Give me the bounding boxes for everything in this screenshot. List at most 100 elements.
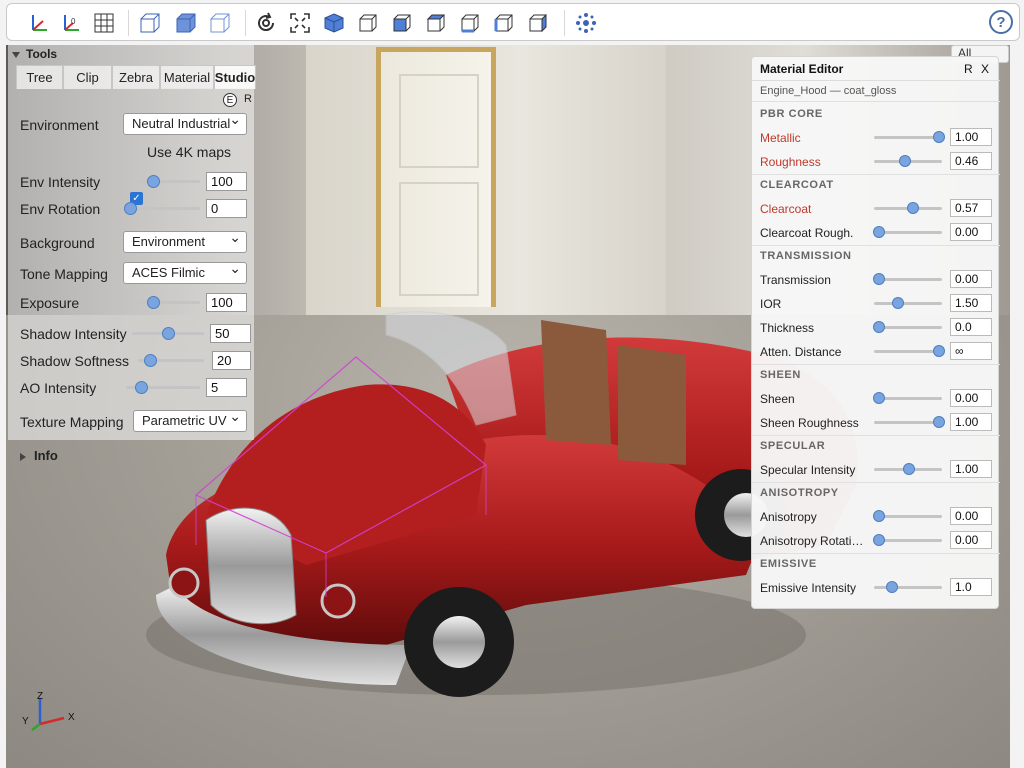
anisotropy-label: Anisotropy — [760, 510, 817, 524]
background-select[interactable]: Environment — [123, 231, 247, 253]
iso-view-icon[interactable] — [319, 8, 349, 38]
exposure-input[interactable]: 100 — [206, 293, 247, 312]
info-section-toggle[interactable]: Info — [20, 448, 58, 463]
section-specular: SPECULAR — [760, 440, 826, 452]
tone-mapping-label: Tone Mapping — [20, 266, 108, 282]
clearcoat-input[interactable]: 0.57 — [950, 199, 992, 217]
ior-input[interactable]: 1.50 — [950, 294, 992, 312]
ior-slider[interactable] — [874, 297, 942, 309]
material-reset-button[interactable]: R — [964, 62, 973, 76]
box-solid-icon[interactable] — [171, 8, 201, 38]
sheen-roughness-input[interactable]: 1.00 — [950, 413, 992, 431]
environment-select[interactable]: Neutral Industrial — [123, 113, 247, 135]
metallic-input[interactable]: 1.00 — [950, 128, 992, 146]
atten-distance-label: Atten. Distance — [760, 345, 842, 359]
box-wire-icon[interactable] — [205, 8, 235, 38]
specular-intensity-slider[interactable] — [874, 463, 942, 475]
exposure-label: Exposure — [20, 295, 80, 311]
roughness-slider[interactable] — [874, 155, 942, 167]
specular-intensity-input[interactable]: 1.00 — [950, 460, 992, 478]
env-intensity-slider[interactable] — [126, 175, 200, 188]
section-emissive: EMISSIVE — [760, 558, 817, 570]
grid-icon[interactable] — [89, 8, 119, 38]
bottom-view-icon[interactable] — [455, 8, 485, 38]
explode-icon[interactable] — [571, 8, 601, 38]
ior-label: IOR — [760, 297, 782, 311]
fit-view-icon[interactable] — [285, 8, 315, 38]
clearcoat-slider[interactable] — [874, 202, 942, 214]
anisotropy-slider[interactable] — [873, 510, 942, 522]
section-transmission: TRANSMISSION — [760, 250, 852, 262]
anisotropy-rotation-slider[interactable] — [873, 534, 942, 546]
env-rotation-slider[interactable] — [124, 202, 200, 215]
transmission-slider[interactable] — [873, 273, 942, 285]
env-rotation-label: Env Rotation — [20, 201, 101, 217]
transmission-input[interactable]: 0.00 — [950, 270, 992, 288]
environment-label: Environment — [20, 117, 99, 133]
shadow-softness-slider[interactable] — [138, 354, 204, 367]
shadow-softness-input[interactable]: 20 — [212, 351, 251, 370]
emissive-intensity-slider[interactable] — [874, 581, 942, 593]
sheen-input[interactable]: 0.00 — [950, 389, 992, 407]
transmission-label: Transmission — [760, 273, 831, 287]
axis-gizmo: Z X Y — [22, 691, 75, 731]
exposure-slider[interactable] — [126, 296, 200, 309]
tab-material[interactable]: Material — [160, 65, 214, 89]
roughness-input[interactable]: 0.46 — [950, 152, 992, 170]
sheen-slider[interactable] — [873, 392, 942, 404]
tab-studio[interactable]: Studio — [214, 65, 256, 89]
anisotropy-input[interactable]: 0.00 — [950, 507, 992, 525]
emissive-intensity-label: Emissive Intensity — [760, 581, 857, 595]
thickness-input[interactable]: 0.0 — [950, 318, 992, 336]
help-icon[interactable]: ? — [989, 10, 1013, 34]
front-view-icon[interactable] — [353, 8, 383, 38]
top-view-icon[interactable] — [421, 8, 451, 38]
thickness-label: Thickness — [760, 321, 815, 335]
clearcoat-roughness-label: Clearcoat Rough. — [760, 226, 854, 240]
emissive-intensity-input[interactable]: 1.0 — [950, 578, 992, 596]
env-rotation-input[interactable]: 0 — [206, 199, 247, 218]
env-intensity-input[interactable]: 100 — [206, 172, 247, 191]
thickness-slider[interactable] — [873, 321, 942, 333]
metallic-slider[interactable] — [874, 131, 946, 143]
clearcoat-roughness-input[interactable]: 0.00 — [950, 223, 992, 241]
clearcoat-roughness-slider[interactable] — [873, 226, 942, 238]
right-view-icon[interactable] — [523, 8, 553, 38]
ao-intensity-slider[interactable] — [126, 381, 200, 394]
e-button[interactable]: E — [223, 93, 237, 107]
axes-alt-icon[interactable]: 0 — [55, 8, 85, 38]
sheen-roughness-slider[interactable] — [874, 416, 946, 428]
material-editor-panel: Material Editor R X Engine_Hood — coat_g… — [751, 56, 1000, 609]
r-button[interactable]: R — [244, 93, 252, 105]
shadow-intensity-slider[interactable] — [132, 327, 204, 340]
tab-clip[interactable]: Clip — [63, 65, 112, 89]
axis-x-label: X — [68, 712, 75, 723]
box-transparent-icon[interactable] — [135, 8, 165, 38]
axis-z-label: Z — [37, 691, 43, 702]
anisotropy-rotation-input[interactable]: 0.00 — [950, 531, 992, 549]
section-sheen: SHEEN — [760, 369, 801, 381]
svg-text:0: 0 — [71, 17, 76, 26]
tab-tree[interactable]: Tree — [16, 65, 63, 89]
reset-view-icon[interactable] — [251, 8, 281, 38]
section-anisotropy: ANISOTROPY — [760, 487, 839, 499]
ao-intensity-label: AO Intensity — [20, 380, 97, 396]
shadow-intensity-input[interactable]: 50 — [210, 324, 251, 343]
left-view-icon[interactable] — [489, 8, 519, 38]
tools-tabs: Tree Clip Zebra Material Studio — [16, 65, 256, 89]
section-pbr-core: PBR CORE — [760, 108, 823, 120]
axes-icon[interactable] — [23, 8, 53, 38]
ao-intensity-input[interactable]: 5 — [206, 378, 247, 397]
tone-mapping-select[interactable]: ACES Filmic — [123, 262, 247, 284]
axis-y-label: Y — [22, 716, 29, 727]
atten-distance-input[interactable]: ∞ — [950, 342, 992, 360]
sheen-label: Sheen — [760, 392, 795, 406]
anisotropy-rotation-label: Anisotropy Rotati… — [760, 534, 864, 548]
material-close-button[interactable]: X — [981, 62, 989, 76]
texture-mapping-select[interactable]: Parametric UV — [133, 410, 247, 432]
tab-zebra[interactable]: Zebra — [112, 65, 160, 89]
atten-distance-slider[interactable] — [874, 345, 946, 357]
tools-panel: Tools Tree Clip Zebra Material Studio E … — [8, 45, 256, 440]
rear-view-icon[interactable] — [387, 8, 417, 38]
tools-header[interactable]: Tools — [12, 47, 57, 61]
